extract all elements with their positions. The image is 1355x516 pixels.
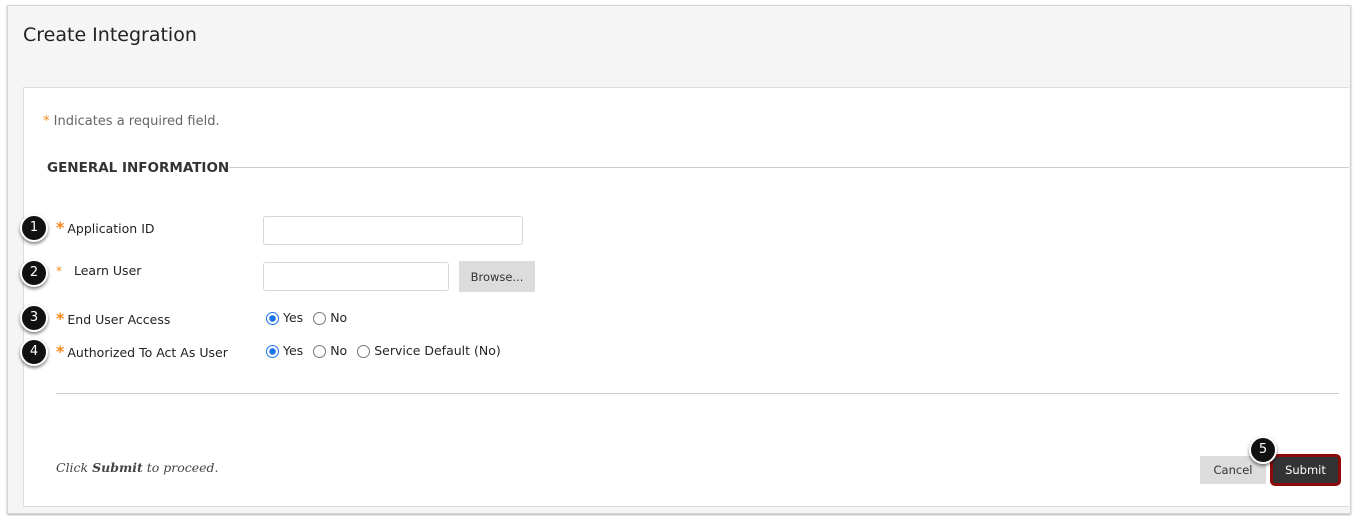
footer-divider (56, 393, 1339, 394)
form-panel (23, 87, 1349, 507)
required-star-icon: * (56, 342, 65, 361)
required-note: * Indicates a required field. (43, 114, 220, 129)
step-badge-5: 5 (1249, 436, 1277, 464)
required-star-icon: * (43, 114, 50, 129)
submit-button[interactable]: Submit (1270, 454, 1341, 486)
section-divider (229, 167, 1349, 168)
step-badge-3: 3 (20, 304, 48, 332)
label-text: Application ID (67, 221, 155, 236)
end-user-access-yes-radio[interactable] (266, 312, 279, 325)
step-badge-2: 2 (20, 259, 48, 287)
end-user-access-radio-group: Yes No (266, 309, 353, 325)
note-bold: Submit (92, 460, 143, 475)
authorized-no-radio[interactable] (313, 345, 327, 358)
page-title: Create Integration (23, 24, 197, 46)
authorized-act-as-user-radio-group: Yes No Service Default (No) (266, 342, 507, 358)
required-note-text: Indicates a required field. (53, 114, 220, 129)
label-text: Learn User (74, 263, 142, 278)
radio-label: No (330, 309, 348, 325)
required-star-icon: * (56, 218, 65, 237)
radio-label: No (330, 342, 348, 358)
note-suffix: to proceed. (142, 460, 219, 475)
section-title: GENERAL INFORMATION (47, 160, 230, 176)
end-user-access-label: * End User Access (56, 309, 170, 328)
label-text: End User Access (67, 312, 171, 327)
step-badge-1: 1 (20, 214, 48, 242)
browse-button[interactable]: Browse... (459, 261, 535, 292)
radio-label: Service Default (No) (374, 342, 501, 358)
step-badge-4: 4 (20, 338, 48, 366)
application-id-label: * Application ID (56, 218, 155, 237)
learn-user-label: * Learn User (56, 263, 141, 278)
authorized-service-default-radio[interactable] (357, 345, 371, 358)
authorized-yes-radio[interactable] (266, 345, 279, 358)
application-id-input[interactable] (263, 216, 523, 245)
radio-label: Yes (283, 309, 304, 325)
learn-user-input[interactable] (263, 262, 449, 291)
required-star-icon: * (56, 309, 65, 328)
required-star-icon: * (56, 264, 62, 278)
radio-label: Yes (283, 342, 304, 358)
authorized-act-as-user-label: * Authorized To Act As User (56, 342, 228, 361)
label-text: Authorized To Act As User (67, 345, 228, 360)
note-prefix: Click (56, 460, 93, 475)
submit-instruction: Click Submit to proceed. (56, 460, 219, 475)
end-user-access-no-radio[interactable] (313, 312, 327, 325)
